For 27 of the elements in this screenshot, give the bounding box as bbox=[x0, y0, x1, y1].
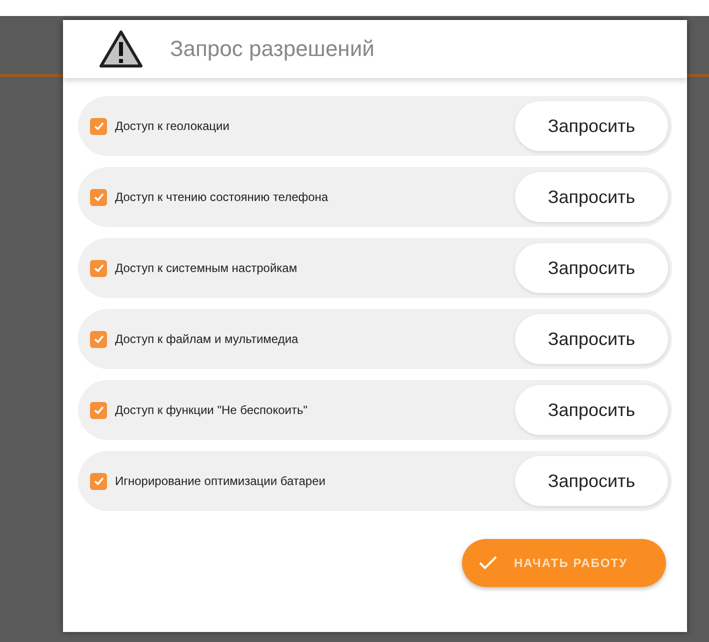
permission-label: Доступ к системным настройкам bbox=[115, 261, 298, 275]
request-button[interactable]: Запросить bbox=[515, 172, 668, 222]
request-button[interactable]: Запросить bbox=[515, 385, 668, 435]
permission-label: Доступ к файлам и мультимедиа bbox=[115, 332, 300, 346]
request-button[interactable]: Запросить bbox=[515, 243, 668, 293]
request-button[interactable]: Запросить bbox=[515, 314, 668, 364]
warning-icon bbox=[98, 29, 144, 69]
checkbox[interactable] bbox=[90, 402, 107, 418]
check-icon bbox=[92, 262, 104, 274]
check-icon bbox=[92, 475, 104, 487]
checkbox[interactable] bbox=[90, 472, 107, 490]
check-icon bbox=[92, 333, 104, 345]
checkbox[interactable] bbox=[90, 260, 107, 276]
checkbox[interactable] bbox=[90, 330, 107, 348]
check-icon bbox=[92, 191, 104, 203]
check-icon bbox=[92, 120, 104, 132]
request-button[interactable]: Запросить bbox=[515, 101, 668, 151]
request-button[interactable]: Запросить bbox=[515, 456, 668, 506]
permission-label: Доступ к геолокации bbox=[115, 119, 230, 133]
check-icon bbox=[92, 404, 104, 416]
permission-label: Игнорирование оптимизации батареи bbox=[115, 474, 326, 488]
permission-label: Доступ к функции "Не беспокоить" bbox=[115, 403, 308, 417]
check-icon bbox=[478, 555, 498, 571]
checkbox[interactable] bbox=[90, 118, 107, 134]
permission-label: Доступ к чтению состоянию телефона bbox=[115, 190, 330, 204]
checkbox[interactable] bbox=[90, 188, 107, 206]
dialog-title: Запрос разрешений bbox=[170, 36, 374, 62]
